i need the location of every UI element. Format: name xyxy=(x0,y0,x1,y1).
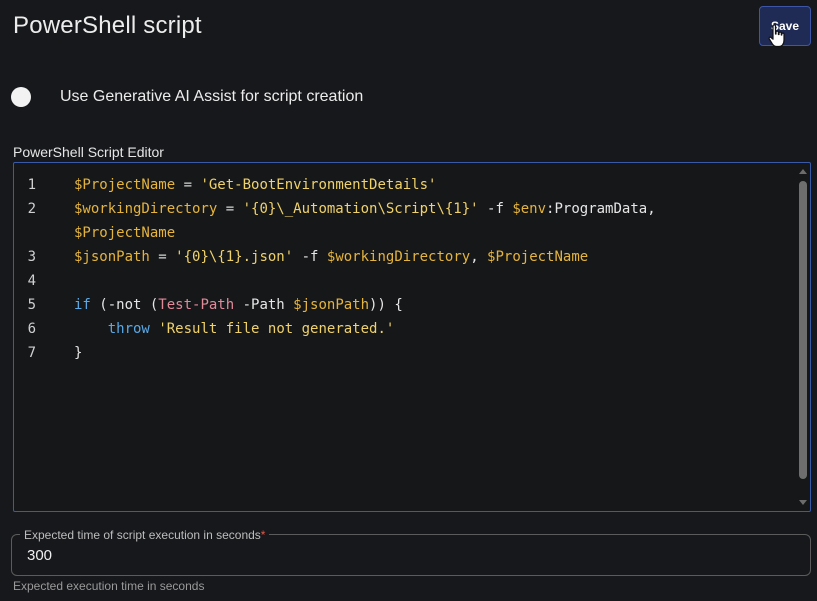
code-token: Test-Path xyxy=(158,297,235,313)
code-token: $jsonPath xyxy=(293,297,370,313)
page-title: PowerShell script xyxy=(13,12,202,39)
scroll-up-icon[interactable] xyxy=(799,169,807,174)
code-token: = xyxy=(217,201,243,217)
code-token: 'Get-BootEnvironmentDetails' xyxy=(200,177,437,193)
code-text: throw 'Result file not generated.' xyxy=(74,317,395,341)
execution-time-label: Expected time of script execution in sec… xyxy=(20,528,270,542)
code-token: = xyxy=(149,249,176,265)
hand-pointer-icon xyxy=(768,24,785,48)
code-token: :ProgramData, xyxy=(546,201,656,217)
code-line[interactable]: 5 if (-not (Test-Path -Path $jsonPath)) { xyxy=(14,293,794,317)
ai-assist-toggle[interactable] xyxy=(11,87,31,107)
code-token: )) { xyxy=(369,297,403,313)
code-line[interactable]: 2 $workingDirectory = '{0}\_Automation\Sc… xyxy=(14,197,794,221)
scroll-thumb[interactable] xyxy=(799,181,807,479)
code-text: $workingDirectory = '{0}\_Automation\Scr… xyxy=(74,197,656,221)
code-token: $workingDirectory xyxy=(326,249,471,265)
code-token: -f xyxy=(478,201,513,217)
code-token: -Path xyxy=(234,297,294,313)
line-number: 5 xyxy=(27,297,36,313)
script-editor[interactable]: 1 $ProjectName = 'Get-BootEnvironmentDeta… xyxy=(13,162,811,512)
line-number: 4 xyxy=(27,273,36,289)
code-line[interactable]: 1 $ProjectName = 'Get-BootEnvironmentDeta… xyxy=(14,173,794,197)
code-text: if (-not (Test-Path -Path $jsonPath)) { xyxy=(74,293,403,317)
code-token: , xyxy=(470,249,488,265)
code-token: = xyxy=(175,177,201,193)
code-text: $ProjectName = 'Get-BootEnvironmentDetai… xyxy=(74,173,436,197)
powershell-script-panel: PowerShell script Save Use Generative AI… xyxy=(0,0,817,601)
code-line[interactable]: $ProjectName xyxy=(14,221,794,245)
code-token: '{0}\{1}.json' xyxy=(175,249,294,265)
execution-time-label-text: Expected time of script execution in sec… xyxy=(24,528,261,542)
code-line[interactable]: 6 throw 'Result file not generated.' xyxy=(14,317,794,341)
execution-time-input[interactable]: 300 xyxy=(27,547,52,564)
code-token: $ProjectName xyxy=(74,177,176,193)
code-token: '{0}\_Automation\Script\{1}' xyxy=(242,201,479,217)
code-token: $env xyxy=(512,201,547,217)
code-token: $ProjectName xyxy=(74,225,176,241)
code-text: $jsonPath = '{0}\{1}.json' -f $workingDi… xyxy=(74,245,588,269)
code-text: } xyxy=(74,341,82,365)
line-number: 2 xyxy=(27,201,36,217)
execution-time-helper: Expected execution time in seconds xyxy=(13,579,205,593)
code-token: if xyxy=(74,297,91,313)
ai-assist-label: Use Generative AI Assist for script crea… xyxy=(60,88,364,105)
code-token: throw xyxy=(107,321,150,337)
code-area[interactable]: 1 $ProjectName = 'Get-BootEnvironmentDeta… xyxy=(14,173,794,365)
line-number: 1 xyxy=(27,177,36,193)
line-number: 3 xyxy=(27,249,36,265)
line-number: 6 xyxy=(27,321,36,337)
editor-label: PowerShell Script Editor xyxy=(13,144,164,160)
required-mark: * xyxy=(260,528,266,542)
editor-scrollbar[interactable] xyxy=(798,167,808,507)
code-line[interactable]: 3 $jsonPath = '{0}\{1}.json' -f $workingD… xyxy=(14,245,794,269)
code-line[interactable]: 4 xyxy=(14,269,794,293)
code-token: -f xyxy=(293,249,327,265)
code-token: (-not ( xyxy=(90,297,159,313)
code-token: $ProjectName xyxy=(487,249,589,265)
scroll-down-icon[interactable] xyxy=(799,500,807,505)
code-text: $ProjectName xyxy=(74,221,175,245)
line-number: 7 xyxy=(27,345,36,361)
code-token: $workingDirectory xyxy=(74,201,218,217)
code-token: $jsonPath xyxy=(74,249,150,265)
code-token: 'Result file not generated.' xyxy=(158,321,395,337)
code-line[interactable]: 7} xyxy=(14,341,794,365)
execution-time-field[interactable]: Expected time of script execution in sec… xyxy=(11,528,811,576)
code-token: } xyxy=(74,345,83,361)
